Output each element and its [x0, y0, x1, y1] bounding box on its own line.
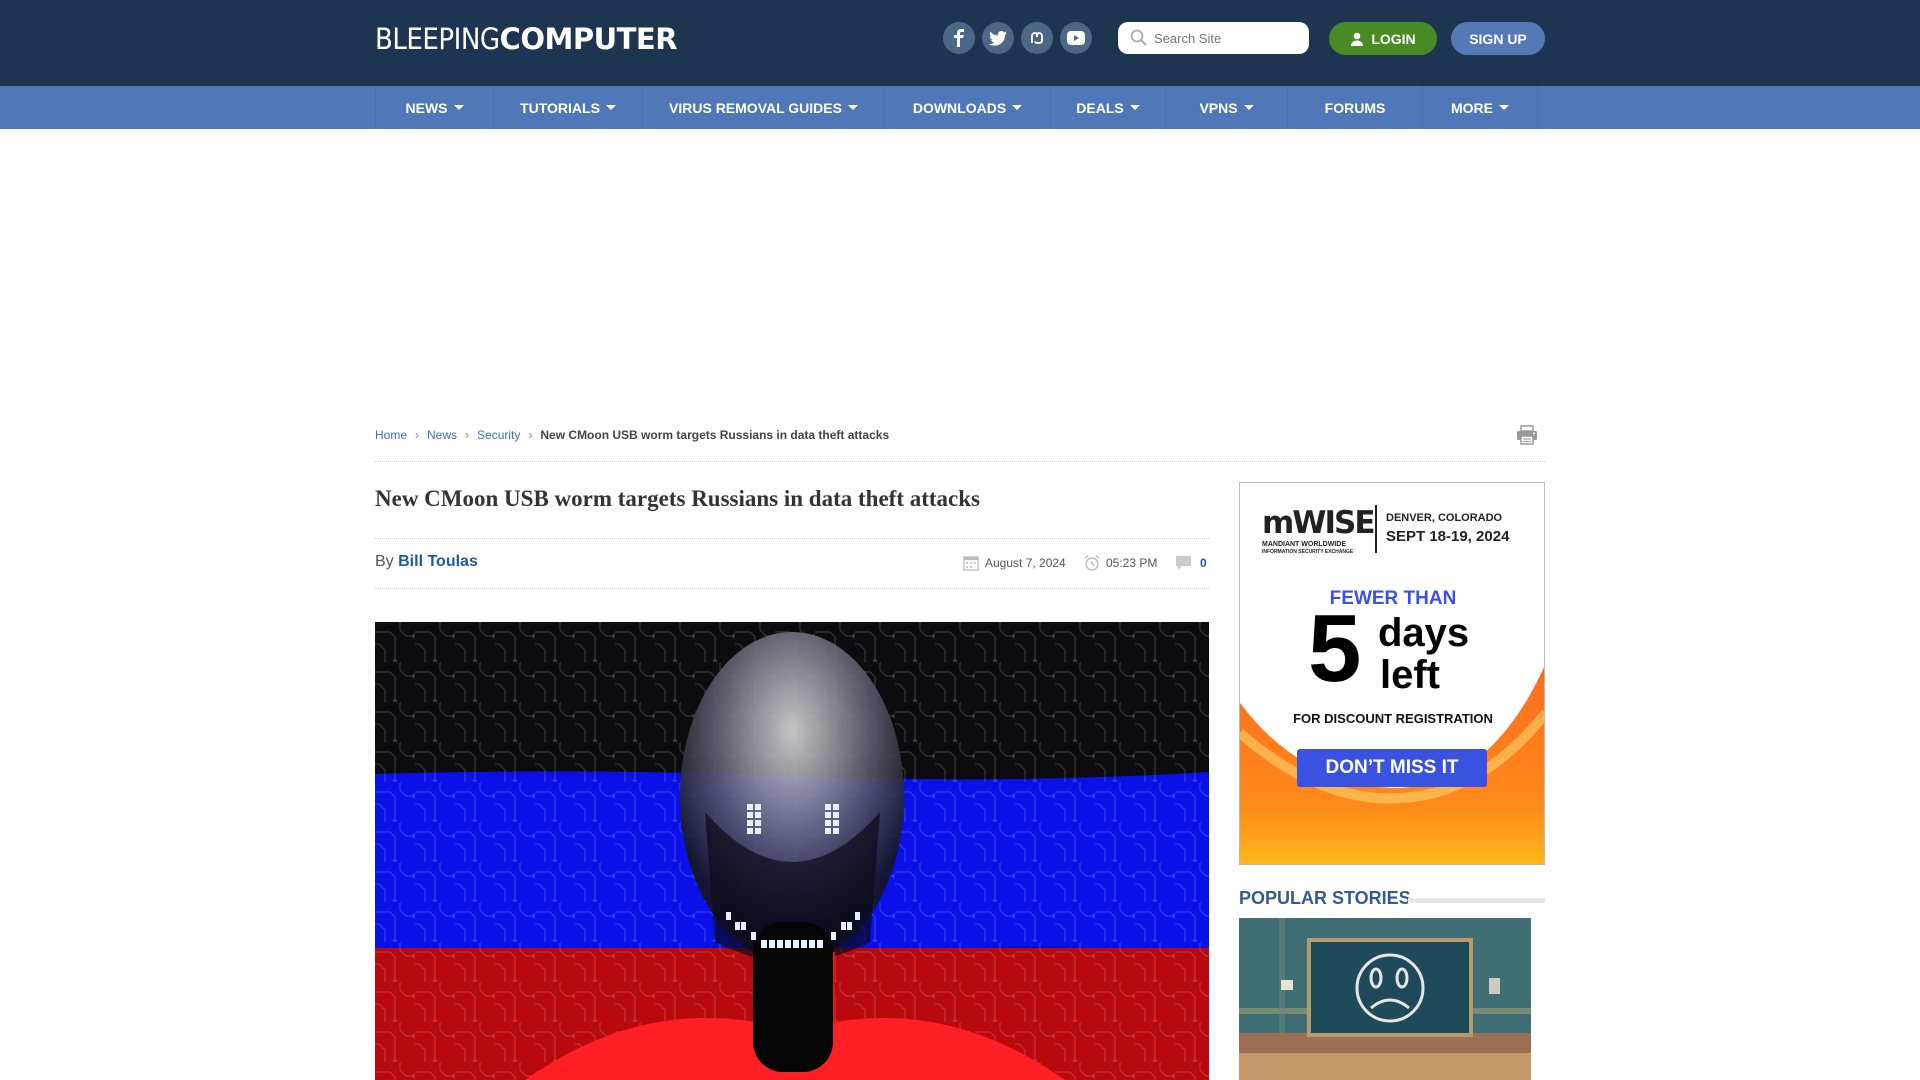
nav-forums[interactable]: FORUMS [1287, 86, 1422, 129]
ad-brand-sub2: INFORMATION SECURITY EXCHANGE [1262, 549, 1354, 555]
caret-down-icon [847, 105, 858, 110]
signup-label: SIGN UP [1469, 30, 1527, 47]
search-box[interactable] [1118, 22, 1309, 54]
publish-time: 05:23 PM [1084, 555, 1157, 571]
logo-thin-text: BLEEPING [375, 22, 500, 56]
comment-count: 0 [1200, 556, 1207, 570]
logo-bold-text: COMPUTER [499, 22, 678, 56]
youtube-icon[interactable] [1060, 22, 1092, 54]
time-text: 05:23 PM [1106, 556, 1158, 570]
ad-cta-button[interactable]: DON’T MISS IT [1297, 749, 1487, 787]
nav-label: VIRUS REMOVAL GUIDES [669, 99, 842, 116]
breadcrumb-divider [375, 461, 1545, 462]
article-title: New CMoon USB worm targets Russians in d… [375, 486, 981, 511]
mastodon-icon[interactable] [1021, 22, 1053, 54]
calendar-icon [963, 556, 979, 571]
ad-fewer-than: FEWER THAN [1329, 588, 1457, 609]
site-header: BLEEPINGCOMPUTER LOGIN SIGN UP [0, 0, 1920, 86]
ad-days: days [1378, 611, 1470, 655]
breadcrumb: Home › News › Security › New CMoon USB w… [375, 428, 889, 442]
nav-label: MORE [1451, 99, 1493, 116]
chevron-right-icon: › [528, 428, 533, 442]
date-text: August 7, 2024 [985, 556, 1066, 570]
nav-news[interactable]: NEWS [375, 86, 493, 129]
nav-label: DEALS [1076, 99, 1124, 116]
nav-vpns[interactable]: VPNS [1165, 86, 1287, 129]
nav-more[interactable]: MORE [1422, 86, 1538, 129]
caret-down-icon [1129, 105, 1140, 110]
breadcrumb-home[interactable]: Home [375, 428, 407, 442]
ad-banner[interactable]: mWISE MANDIANT WORLDWIDE INFORMATION SEC… [1239, 482, 1545, 865]
breadcrumb-current: New CMoon USB worm targets Russians in d… [540, 428, 890, 442]
nav-label: NEWS [405, 99, 448, 116]
by-label: By [375, 553, 394, 570]
ad-brand-sub1: MANDIANT WORLDWIDE [1262, 541, 1346, 548]
byline: By Bill Toulas [375, 553, 478, 571]
user-icon [1351, 32, 1364, 46]
breadcrumb-news[interactable]: News [427, 428, 457, 442]
alarm-clock-icon [1084, 555, 1100, 571]
caret-down-icon [453, 105, 464, 110]
nav-virus-removal-guides[interactable]: VIRUS REMOVAL GUIDES [642, 86, 884, 129]
ad-discount: FOR DISCOUNT REGISTRATION [1293, 711, 1493, 726]
caret-down-icon [605, 105, 616, 110]
facebook-icon[interactable] [943, 22, 975, 54]
popular-story-image[interactable] [1239, 918, 1531, 1080]
site-logo[interactable]: BLEEPINGCOMPUTER [375, 22, 678, 56]
chevron-right-icon: › [465, 428, 470, 442]
nav-label: DOWNLOADS [912, 99, 1007, 116]
ad-dates: SEPT 18-19, 2024 [1386, 528, 1510, 545]
ad-location: DENVER, COLORADO [1386, 512, 1503, 524]
title-divider [375, 538, 1209, 539]
nav-tutorials[interactable]: TUTORIALS [493, 86, 642, 129]
comments-link[interactable]: 0 [1175, 555, 1207, 571]
ad-left: left [1380, 653, 1440, 697]
nav-deals[interactable]: DEALS [1050, 86, 1165, 129]
publish-date: August 7, 2024 [963, 555, 1066, 571]
caret-down-icon [1012, 105, 1023, 110]
article-hero-image [375, 622, 1209, 1080]
author-link[interactable]: Bill Toulas [398, 553, 478, 570]
breadcrumb-security[interactable]: Security [477, 428, 520, 442]
comment-icon [1176, 556, 1191, 570]
ad-divider [1375, 505, 1377, 553]
search-icon [1130, 29, 1147, 46]
login-label: LOGIN [1371, 30, 1416, 47]
popular-stories-rule [1408, 898, 1545, 903]
caret-down-icon [1243, 105, 1254, 110]
nav-label: VPNS [1199, 99, 1238, 116]
twitter-icon[interactable] [982, 22, 1014, 54]
search-input[interactable] [1154, 30, 1304, 46]
caret-down-icon [1499, 105, 1509, 110]
nav-label: TUTORIALS [520, 99, 600, 116]
nav-label: FORUMS [1324, 99, 1386, 116]
print-icon[interactable] [1516, 425, 1538, 445]
ad-brand: mWISE [1262, 505, 1376, 541]
chevron-right-icon: › [415, 428, 420, 442]
login-button[interactable]: LOGIN [1329, 22, 1437, 55]
nav-downloads[interactable]: DOWNLOADS [884, 86, 1050, 129]
ad-number: 5 [1308, 595, 1362, 702]
byline-divider [375, 588, 1209, 589]
popular-stories-heading: POPULAR STORIES [1239, 888, 1411, 908]
signup-button[interactable]: SIGN UP [1451, 22, 1545, 55]
main-nav: NEWS TUTORIALS VIRUS REMOVAL GUIDES DOWN… [0, 86, 1920, 129]
